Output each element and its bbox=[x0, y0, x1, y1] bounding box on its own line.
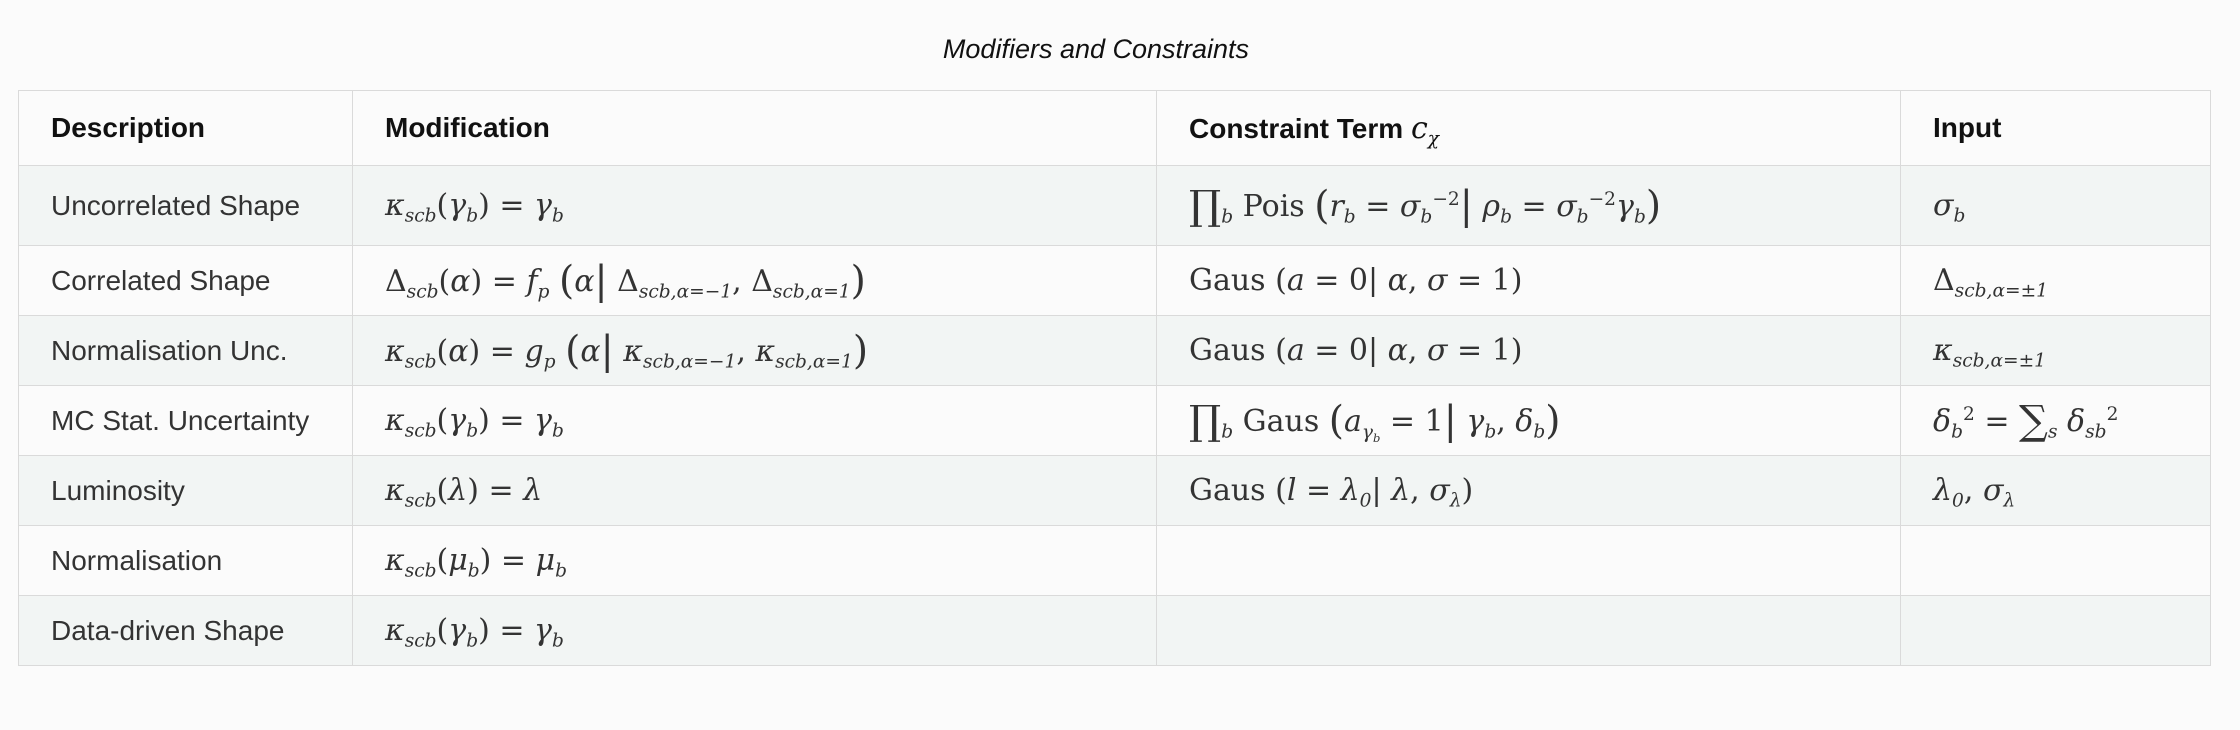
cell-description: Correlated Shape bbox=[18, 245, 353, 316]
cell-description: MC Stat. Uncertainty bbox=[18, 385, 353, 456]
header-row: Description Modification Constraint Term… bbox=[18, 90, 2211, 166]
cell-description: Luminosity bbox=[18, 455, 353, 526]
cell-description: Normalisation Unc. bbox=[18, 315, 353, 386]
table-row: Normalisation κscb(μb) = μb bbox=[18, 525, 2211, 596]
cell-input: δb2 = ∑s δsb2 bbox=[1900, 385, 2211, 456]
cell-description: Normalisation bbox=[18, 525, 353, 596]
cell-input: κscb,α=±1 bbox=[1900, 315, 2211, 386]
header-description: Description bbox=[18, 90, 353, 166]
cell-constraint: Gaus (a = 0| α, σ = 1) bbox=[1156, 315, 1901, 386]
cell-description: Uncorrelated Shape bbox=[18, 165, 353, 246]
cell-constraint bbox=[1156, 595, 1901, 666]
cell-modification: Δscb(α) = fp (α| Δscb,α=−1, Δscb,α=1) bbox=[352, 245, 1157, 316]
table-row: MC Stat. Uncertainty κscb(γb) = γb ∏b Ga… bbox=[18, 385, 2211, 456]
cell-modification: κscb(α) = gp (α| κscb,α=−1, κscb,α=1) bbox=[352, 315, 1157, 386]
table-title: Modifiers and Constraints bbox=[942, 34, 1250, 64]
cell-input bbox=[1900, 595, 2211, 666]
cell-input: λ0, σλ bbox=[1900, 455, 2211, 526]
cell-input: Δscb,α=±1 bbox=[1900, 245, 2211, 316]
cell-modification: κscb(γb) = γb bbox=[352, 165, 1157, 246]
cell-modification: κscb(γb) = γb bbox=[352, 595, 1157, 666]
cell-modification: κscb(γb) = γb bbox=[352, 385, 1157, 456]
cell-constraint: ∏b Pois (rb = σb−2| ρb = σb−2γb) bbox=[1156, 165, 1901, 246]
cell-constraint bbox=[1156, 525, 1901, 596]
cell-description: Data-driven Shape bbox=[18, 595, 353, 666]
cell-constraint: Gaus (a = 0| α, σ = 1) bbox=[1156, 245, 1901, 316]
constraint-symbol: cχ bbox=[1410, 110, 1440, 149]
table-row: Luminosity κscb(λ) = λ Gaus (l = λ0| λ, … bbox=[18, 455, 2211, 526]
cell-constraint: ∏b Gaus (aγb = 1| γb, δb) bbox=[1156, 385, 1901, 456]
cell-modification: κscb(μb) = μb bbox=[352, 525, 1157, 596]
modifiers-table: Description Modification Constraint Term… bbox=[18, 90, 2211, 666]
header-input: Input bbox=[1900, 90, 2211, 166]
header-constraint-label: Constraint Term bbox=[1189, 112, 1404, 144]
header-modification: Modification bbox=[352, 90, 1157, 166]
header-constraint: Constraint Term cχ bbox=[1156, 90, 1901, 166]
cell-modification: κscb(λ) = λ bbox=[352, 455, 1157, 526]
cell-input: σb bbox=[1900, 165, 2211, 246]
table-row: Correlated Shape Δscb(α) = fp (α| Δscb,α… bbox=[18, 245, 2211, 316]
table-row: Data-driven Shape κscb(γb) = γb bbox=[18, 595, 2211, 666]
cell-input bbox=[1900, 525, 2211, 596]
table-row: Uncorrelated Shape κscb(γb) = γb ∏b Pois… bbox=[18, 165, 2211, 246]
table-row: Normalisation Unc. κscb(α) = gp (α| κscb… bbox=[18, 315, 2211, 386]
cell-constraint: Gaus (l = λ0| λ, σλ) bbox=[1156, 455, 1901, 526]
